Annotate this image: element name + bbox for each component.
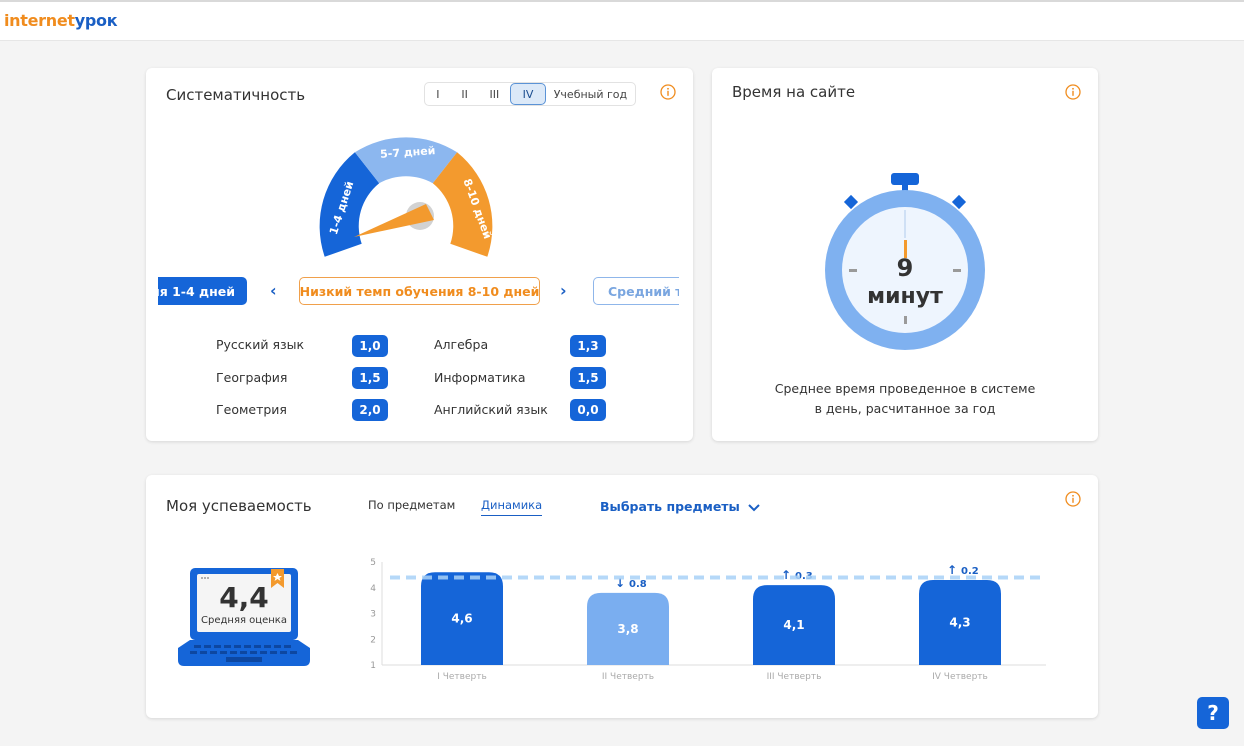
systematic-gauge: 1-4 дней 5-7 дней 8-10 дней xyxy=(319,137,494,257)
systematic-title: Систематичность xyxy=(166,86,306,104)
change-label: 0.2 xyxy=(961,566,979,577)
tempo-pill-medium[interactable]: Средний те xyxy=(593,277,679,305)
time-on-site-card: Время на сайте 9 минут Среднее время про… xyxy=(712,68,1098,441)
logo-part-urok: урок xyxy=(74,11,118,30)
performance-title: Моя успеваемость xyxy=(166,497,312,515)
period-button-1[interactable]: I xyxy=(425,83,451,105)
x-tick-label: I Четверть xyxy=(437,672,487,682)
subject-label: Геометрия xyxy=(216,402,287,417)
stopwatch-unit: минут xyxy=(867,284,943,309)
chevron-right-icon[interactable]: › xyxy=(560,281,567,300)
tab-by-subjects[interactable]: По предметам xyxy=(368,498,455,512)
subject-label: Информатика xyxy=(434,370,526,385)
change-label: 0.8 xyxy=(629,579,647,590)
help-button[interactable]: ? xyxy=(1197,697,1229,729)
x-tick-label: II Четверть xyxy=(602,672,654,682)
average-grade-value: 4,4 xyxy=(219,581,269,614)
time-description-line2: в день, расчитанное за год xyxy=(814,401,996,416)
stopwatch-icon: 9 минут xyxy=(825,173,985,350)
arrow-up-icon: ↑ xyxy=(947,563,957,577)
period-selector: I II III IV Учебный год xyxy=(424,82,636,106)
period-button-4[interactable]: IV xyxy=(510,83,546,105)
average-grade-laptop: 4,4 Средняя оценка xyxy=(178,568,310,666)
tempo-pill-current[interactable]: Низкий темп обучения 8-10 дней xyxy=(299,277,540,305)
bar-value-label: 4,1 xyxy=(783,618,804,632)
x-tick-label: III Четверть xyxy=(767,672,822,682)
x-tick-label: IV Четверть xyxy=(932,672,988,682)
arrow-up-icon: ↑ xyxy=(781,568,791,582)
period-button-2[interactable]: II xyxy=(451,83,479,105)
subject-label: Английский язык xyxy=(434,402,548,417)
performance-card: Моя успеваемость По предметам Динамика В… xyxy=(146,475,1098,718)
bar-value-label: 4,3 xyxy=(949,616,970,630)
period-button-3[interactable]: III xyxy=(478,83,510,105)
period-button-year[interactable]: Учебный год xyxy=(546,83,635,105)
chevron-left-icon[interactable]: ‹ xyxy=(270,281,277,300)
stopwatch-number: 9 xyxy=(897,254,914,282)
chevron-down-icon xyxy=(748,503,760,511)
gauge-needle xyxy=(354,204,434,237)
y-tick-label: 3 xyxy=(370,610,376,620)
tab-dynamics[interactable]: Динамика xyxy=(481,498,543,516)
tempo-pill-fast[interactable]: ия 1-4 дней xyxy=(158,277,247,305)
subject-value-badge: 1,3 xyxy=(570,335,606,357)
subject-label: Алгебра xyxy=(434,337,489,352)
info-icon[interactable] xyxy=(1065,491,1081,507)
subject-value-badge: 1,0 xyxy=(352,335,388,357)
systematic-card: Систематичность I II III IV Учебный год … xyxy=(146,68,693,441)
grades-bar-chart: 123454,6I Четверть3,8II Четверть↓ 0.84,1I… xyxy=(370,558,1046,682)
bar-value-label: 4,6 xyxy=(451,612,472,626)
time-description-line1: Среднее время проведенное в системе xyxy=(774,381,1036,396)
logo[interactable]: internetурок xyxy=(4,11,118,30)
y-tick-label: 4 xyxy=(370,584,376,594)
bar-value-label: 3,8 xyxy=(617,622,638,636)
subject-value-badge: 1,5 xyxy=(570,367,606,389)
select-subjects-label: Выбрать предметы xyxy=(600,499,740,514)
subject-value-badge: 0,0 xyxy=(570,399,606,421)
average-grade-label: Средняя оценка xyxy=(201,615,287,626)
logo-part-internet: internet xyxy=(4,11,75,30)
y-tick-label: 5 xyxy=(370,558,376,568)
info-icon[interactable] xyxy=(660,84,676,100)
select-subjects-dropdown[interactable]: Выбрать предметы xyxy=(600,499,760,514)
y-tick-label: 2 xyxy=(370,635,376,645)
subject-value-badge: 2,0 xyxy=(352,399,388,421)
subject-value-badge: 1,5 xyxy=(352,367,388,389)
y-tick-label: 1 xyxy=(370,661,376,671)
time-on-site-title: Время на сайте xyxy=(732,83,856,101)
subject-label: География xyxy=(216,370,288,385)
subject-label: Русский язык xyxy=(216,337,305,352)
top-bar: internetурок xyxy=(0,0,1244,41)
info-icon[interactable] xyxy=(1065,84,1081,100)
